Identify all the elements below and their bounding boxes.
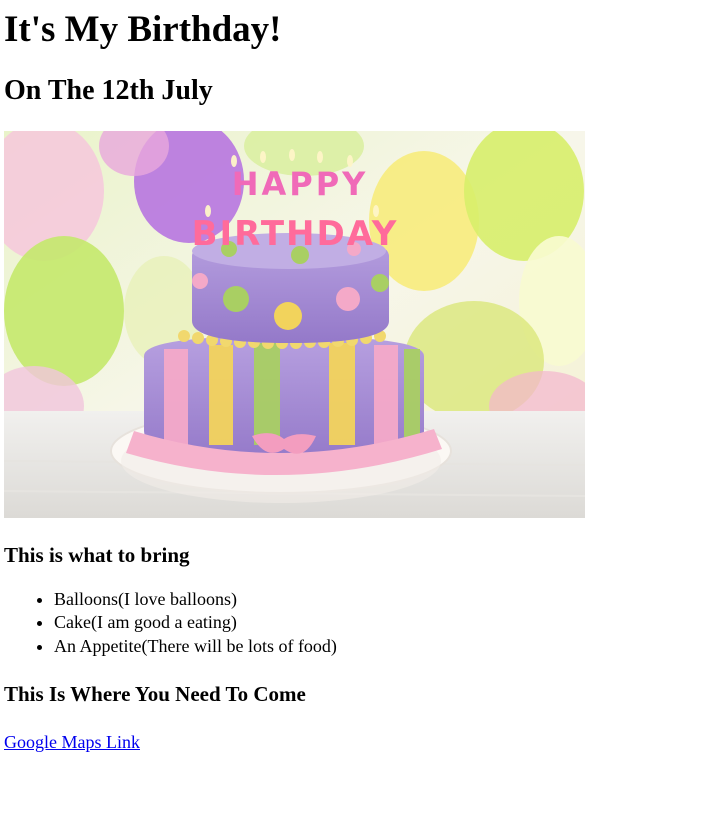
- maps-paragraph: Google Maps Link: [4, 732, 704, 754]
- cake-birthday-text: BIRTHDAY: [192, 214, 399, 254]
- page-subtitle: On The 12th July: [4, 74, 213, 106]
- bring-heading: This is what to bring: [4, 542, 190, 567]
- location-heading: This Is Where You Need To Come: [4, 682, 306, 707]
- page-title: It's My Birthday!: [4, 9, 282, 50]
- cake-happy-text: HAPPY: [232, 165, 369, 203]
- list-item: An Appetite(There will be lots of food): [54, 635, 704, 659]
- google-maps-link[interactable]: Google Maps Link: [4, 732, 140, 752]
- bring-list: Balloons(I love balloons) Cake(I am good…: [4, 588, 704, 659]
- birthday-cake-image: HAPPY BIRTHDAY: [4, 130, 585, 518]
- list-item: Cake(I am good a eating): [54, 611, 704, 635]
- list-item: Balloons(I love balloons): [54, 588, 704, 612]
